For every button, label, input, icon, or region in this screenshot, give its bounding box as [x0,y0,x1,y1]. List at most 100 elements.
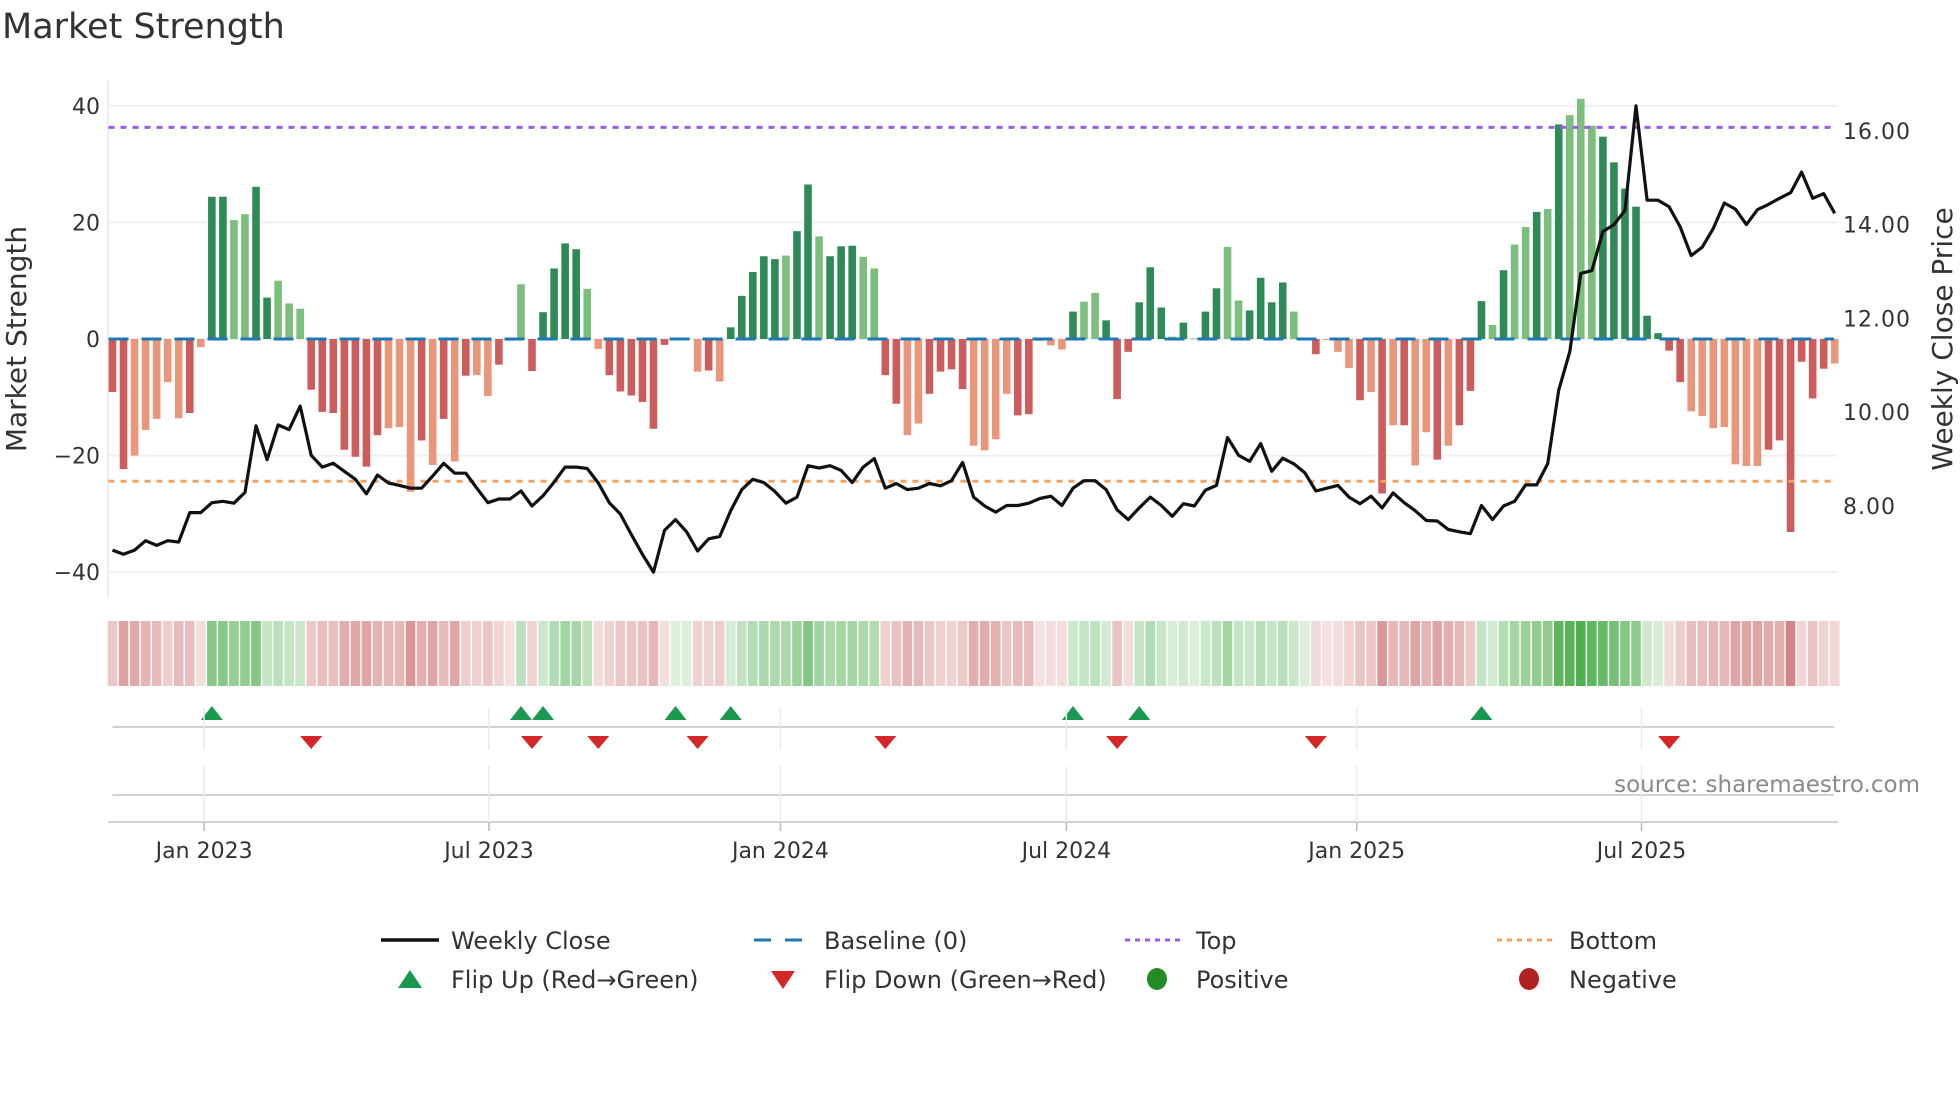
strength-bar [605,339,614,376]
strength-bar [771,259,779,339]
strip-cell [1807,621,1818,686]
strip-cell [405,621,416,686]
strip-cell [1796,621,1807,686]
strength-bar [991,339,1000,440]
strip-cell [1344,621,1354,686]
strip-cell [505,621,515,686]
strength-bar [793,231,801,339]
strength-bar [517,284,525,339]
strength-bar [1135,302,1144,339]
strength-heat-strip [107,621,1840,686]
strength-bar [1532,211,1541,339]
strip-cell [1244,621,1255,686]
strip-cell [1730,621,1741,686]
strength-bar [1223,246,1232,339]
strength-bar [461,339,470,376]
strength-bar [141,339,150,430]
legend-label: Flip Up (Red→Green) [451,966,699,994]
strip-cell [924,621,935,686]
flip-up-marker [532,706,555,720]
strip-cell [129,621,140,686]
strip-cell [1035,621,1045,686]
strength-bar [1720,339,1729,428]
strength-bar [969,339,978,446]
strip-cell [847,621,857,686]
strip-cell [1520,621,1531,686]
flip-down-marker [587,736,610,749]
strength-bar [163,339,172,383]
flip-down-marker [1106,736,1129,749]
flip-up-marker [1128,706,1151,720]
strip-cell [659,621,670,686]
strip-cell [483,621,493,686]
strip-cell [361,621,372,686]
strip-cell [792,621,802,686]
strip-cell [1300,621,1310,686]
strip-cell [273,621,283,686]
strength-bar [1289,311,1298,339]
chart-title: Market Strength [2,7,285,47]
strength-bar [1102,320,1110,339]
strip-cell [1167,621,1178,686]
strength-bar [395,339,404,428]
legend-circle-icon [1147,968,1167,990]
y-tick-label: 40 [72,95,100,120]
y2-tick-label: 16.00 [1843,120,1911,145]
strength-bar [197,339,205,348]
strip-cell [1255,621,1266,686]
strength-bar [484,339,492,397]
strip-cell [902,621,913,686]
strength-bar [285,303,293,339]
strength-bar [1013,339,1022,416]
strength-bar [1113,339,1121,400]
strength-bar [892,339,901,404]
strength-bar [1422,339,1431,433]
strength-bar [1709,339,1718,429]
strength-bar [1731,339,1740,465]
strip-cell [449,621,460,686]
strength-bar [583,288,592,339]
strength-bar [1444,339,1453,446]
strip-cell [1631,621,1641,686]
strip-cell [1222,621,1233,686]
strength-bar [1455,339,1464,426]
strip-cell [1211,621,1222,686]
strip-cell [372,621,383,686]
strength-bar [1058,339,1066,350]
strip-cell [1101,621,1111,686]
strip-cell [1686,621,1697,686]
strip-cell [162,621,173,686]
strip-cell [1090,621,1100,686]
strength-bar [760,256,768,339]
flip-down-marker [521,736,544,749]
strip-cell [339,621,350,686]
strip-cell [1487,621,1498,686]
strength-bar [119,339,128,470]
strength-bar [936,339,945,372]
strength-bar [1234,300,1243,339]
strip-cell [295,621,305,686]
strip-cell [803,621,813,686]
strip-cell [538,621,548,686]
strength-bar [274,280,282,339]
strip-cell [438,621,449,686]
strength-bar [1488,325,1497,339]
strip-cell [306,621,317,686]
strip-cell [1189,621,1200,686]
strength-bar [1345,339,1353,369]
strip-cell [681,621,692,686]
strip-cell [1576,621,1586,686]
strip-cell [1708,621,1719,686]
strip-cell [1266,621,1277,686]
strip-cell [1068,621,1078,686]
strength-bar [737,295,746,339]
strength-bar [1091,292,1099,339]
strip-cell [571,621,581,686]
flip-down-marker [1658,736,1681,749]
legend-triangle-up-icon [398,970,422,988]
y-tick-label: −20 [54,445,100,470]
strip-cell [968,621,979,686]
flip-up-marker [1061,706,1084,720]
strength-bar [1499,270,1508,339]
strength-bar [219,196,227,339]
